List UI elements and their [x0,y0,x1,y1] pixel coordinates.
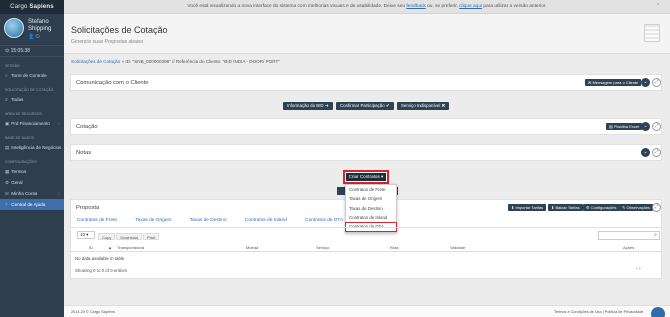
col-servico[interactable]: Serviço [316,245,329,250]
footer-links[interactable]: Termos e Condições de Uso | Política de … [554,306,643,317]
tab-origem[interactable]: Taxas de Origem [135,218,171,223]
menu-item-origem[interactable]: Taxas de Origem [346,194,396,203]
bid-info-button[interactable]: Informação do BID ➜ [283,102,333,110]
section-recursos: Área de Recursos [5,112,42,116]
table-info: Showing 0 to 0 of 0 entries [75,268,127,273]
search-input[interactable]: ⌕ [598,231,660,240]
print-button[interactable]: Print [143,233,160,240]
breadcrumb: Solicitações de Cotação » ID: "SNB_00000… [71,59,280,64]
panel-title: Proposta [76,205,100,211]
sidebar-item-central-ajuda[interactable]: ? Central de Ajuda [0,199,64,210]
collapse-icon[interactable]: ⌄ [641,78,650,87]
menu-item-destino[interactable]: Taxas de Destino [346,204,396,213]
divider [70,227,662,228]
download-rates-button[interactable]: ⬇ Baixar Tarifas [548,204,583,211]
collapse-icon[interactable]: ⌄ [641,122,650,131]
document-icon: ▦ [5,169,10,174]
panel-title: Comunicação com o Cliente [76,80,149,86]
empty-table-message: No data available in table [75,256,125,261]
brand-logo[interactable]: Cargo Sapiens [0,0,64,14]
sidebar-item-todas[interactable]: ≡ Todas [0,94,64,105]
col-moeda[interactable]: Moeda [246,245,258,250]
box-icon: ▣ [5,121,10,126]
copyright: 2014-20 © Cargo Sapiens [71,310,115,314]
export-buttons: Copy Download Print [98,233,160,240]
chat-icon[interactable] [651,307,665,317]
user-profile: Stefano Shipping 👤 ⏻ [0,14,64,46]
expand-icon[interactable]: ⤢ [652,78,661,87]
tab-frete[interactable]: Contratos de Frete [77,218,117,223]
sidebar-item-termos[interactable]: ▦ Termos [0,166,64,177]
message-client-button[interactable]: ✉ Mensagem para o Cliente [585,79,642,86]
col-transportadora[interactable]: Transportadora [117,245,144,250]
help-icon: ? [5,202,8,207]
expand-icon[interactable]: ⤢ [652,122,661,131]
old-version-link[interactable]: clique aqui [459,4,482,9]
sort-icon[interactable]: ▲ [108,245,112,250]
menu-item-frete[interactable]: Contratos de Frete [346,185,396,194]
user-icon: ✉ [5,191,9,196]
gear-icon: ⚙ [5,180,10,185]
col-id[interactable]: ID [89,245,93,250]
sidebar: Cargo Sapiens Stefano Shipping 👤 ⏻ ⊙ 15:… [0,0,64,317]
section-sessao: Sessão [5,64,20,68]
clock: ⊙ 15:05:38 [0,46,64,57]
notebook-icon [644,24,660,42]
page-header: Solicitações de Cotação Gerencie suas Pr… [64,14,670,54]
collapse-icon[interactable]: ⌄ [641,148,650,157]
search-icon: ⌕ [654,232,657,238]
settings-button[interactable]: ⚙ Configurações [583,204,620,211]
observations-button[interactable]: ✎ Observações [619,204,654,211]
tab-inland[interactable]: Contratos de Inland [245,218,287,223]
expand-icon[interactable]: ⤢ [652,203,661,212]
home-icon: ⌂ [5,73,8,78]
section-config: Configurações [5,160,37,164]
proposal-tabs: Contratos de Frete Taxas de Origem Taxas… [77,218,360,223]
create-contracts-button[interactable]: Criar Contratos ▾ [343,170,389,184]
profile-actions-icon[interactable]: 👤 ⏻ [28,34,40,40]
chevron-left-icon: ‹ [58,121,60,126]
footer: 2014-20 © Cargo Sapiens Termos e Condiçõ… [64,305,670,317]
list-icon: ≡ [5,97,8,102]
col-acoes: Ações [623,245,635,250]
import-rates-button[interactable]: ⬇ Importar Tarifas [508,204,547,211]
expand-icon[interactable]: ⤢ [652,148,661,157]
chevron-left-icon: ‹ [58,191,60,196]
user-name: Stefano Shipping [28,19,52,32]
col-rota[interactable]: Rota [390,245,398,250]
page-title: Solicitações de Cotação [71,25,168,35]
panel-title: Notas [76,150,92,156]
feedback-link[interactable]: feedback [406,4,425,9]
chevron-up-icon[interactable]: ⌃ [656,0,660,14]
confirm-participation-button[interactable]: Confirmar Participação ✔ [336,102,394,110]
panel-title: Cotação [76,124,98,130]
table-header: ID ▲ Transportadora Moeda Serviço Rota V… [70,243,662,252]
sidebar-item-inteligencia[interactable]: ▤ Inteligência de Negócios [0,142,64,153]
panel-comunicacao: Comunicação com o Cliente ✉ Mensagem par… [70,74,662,91]
hidden-button[interactable] [337,187,345,195]
page-subtitle: Gerencie suas Propostas abaixo [71,39,144,45]
notice-banner: Você está visualizando a nova interface … [64,0,670,14]
avatar[interactable] [4,18,24,38]
breadcrumb-link[interactable]: Solicitações de Cotação [71,59,120,64]
section-solicitacao: Solicitação de Cotação [5,88,54,92]
sidebar-item-minha-conta[interactable]: ✉ Minha Conta ‹ [0,188,64,199]
page-size-select[interactable]: 10 ▾ [77,231,95,239]
tab-destino[interactable]: Taxas de Destino [190,218,227,223]
panel-cotacao: Cotação ▤ Planilha Excel ⌄ ⤢ [70,118,662,135]
excel-button[interactable]: ▤ Planilha Excel [606,123,643,130]
section-base: Base de Dados [5,136,35,140]
sidebar-item-torre[interactable]: ⌂ Torre de Controle [0,70,64,81]
sidebar-item-geral[interactable]: ⚙ Geral [0,177,64,188]
tab-dta[interactable]: Contratos de DTA [305,218,343,223]
col-validade[interactable]: Validade [450,245,465,250]
panel-notas: Notas ⌄ ⤢ [70,144,662,161]
pagination[interactable]: ‹ › [636,266,641,272]
chart-icon: ▤ [5,145,10,150]
copy-button[interactable]: Copy [98,233,116,240]
create-contracts-menu: Contratos de Frete Taxas de Origem Taxas… [345,184,397,233]
service-unavailable-button[interactable]: Serviço Indisponível ✖ [397,102,450,110]
download-button[interactable]: Download [116,233,143,240]
sidebar-item-financiamento[interactable]: ▣ Prd Financiamento ‹ [0,118,64,129]
